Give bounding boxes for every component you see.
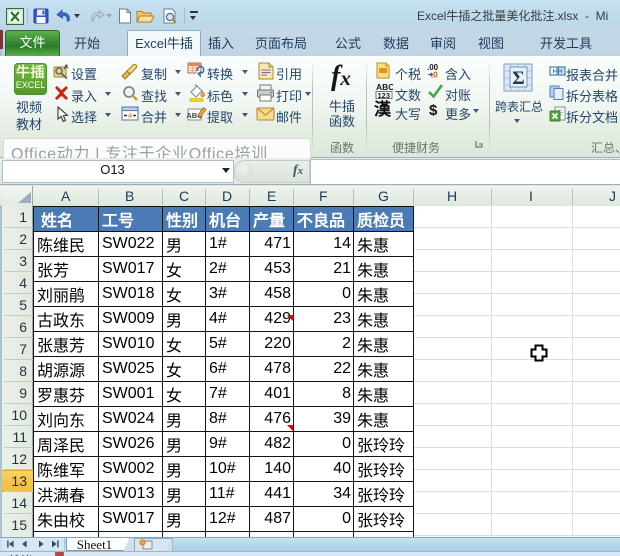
svg-text:123: 123 — [378, 91, 391, 99]
svg-text:Σ: Σ — [512, 68, 524, 89]
svg-text:a: a — [128, 111, 132, 120]
